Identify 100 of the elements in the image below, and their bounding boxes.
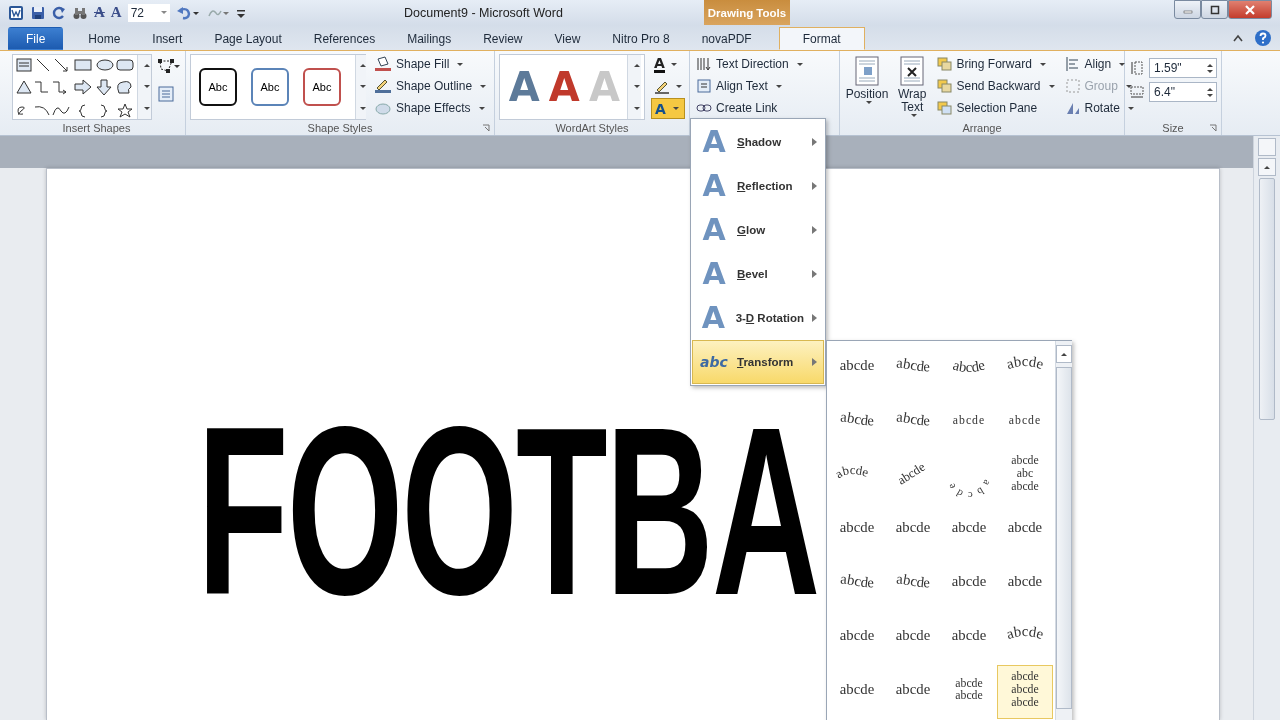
ribbon-command[interactable]: Selection Pane [934, 98, 1057, 118]
vertical-scrollbar[interactable] [1253, 136, 1280, 720]
ribbon-tab[interactable]: References [298, 27, 391, 50]
dialog-launcher-icon[interactable] [482, 124, 490, 132]
ribbon-command[interactable]: Shape Effects [372, 98, 489, 118]
ribbon-tab[interactable]: Nitro Pro 8 [597, 27, 685, 50]
edit-shape-icon[interactable] [158, 58, 180, 74]
menu-item[interactable]: A Reflection [692, 164, 824, 208]
help-icon[interactable] [1254, 28, 1272, 47]
height-spin-field[interactable]: 1.59" [1149, 58, 1217, 78]
wordart-preset[interactable]: A [546, 67, 582, 107]
transform-option[interactable]: abcde [885, 395, 941, 449]
transform-option[interactable]: abcde [941, 611, 997, 665]
transform-option[interactable]: abcde [829, 557, 885, 611]
scroll-up-icon[interactable] [143, 64, 150, 68]
transform-option[interactable]: abcde abcde abcde [997, 665, 1053, 719]
width-spin-field[interactable]: 6.4" [1149, 82, 1217, 102]
transform-option[interactable]: abcde [941, 449, 997, 503]
spin-down-icon[interactable] [1207, 93, 1213, 97]
wordart-text[interactable]: FOOTBA [197, 391, 819, 631]
font-style-button[interactable]: A [94, 4, 105, 21]
ribbon-tab[interactable]: Home [73, 27, 136, 50]
spin-down-icon[interactable] [1207, 69, 1213, 73]
save-icon[interactable] [30, 4, 46, 21]
shape-style-preset[interactable]: Abc [303, 68, 341, 106]
dialog-launcher-icon[interactable] [1209, 124, 1217, 132]
scroll-up-icon[interactable] [633, 64, 640, 68]
menu-item[interactable]: abc Transform [692, 340, 824, 384]
transform-option[interactable]: abcde [829, 395, 885, 449]
transform-option[interactable]: abcde [997, 395, 1053, 449]
transform-option[interactable]: abcde [885, 449, 941, 503]
transform-option[interactable]: abcde [997, 557, 1053, 611]
font-size-field[interactable]: 72 [127, 3, 170, 22]
undo-icon[interactable] [175, 4, 200, 21]
ribbon-command[interactable]: Align [1062, 54, 1136, 74]
transform-option[interactable]: abcde [997, 341, 1053, 395]
ribbon-tab[interactable]: Insert [137, 27, 198, 50]
transform-option[interactable]: abcde [941, 341, 997, 395]
transform-option[interactable]: abcde [997, 611, 1053, 665]
ribbon-large-button[interactable]: Wrap Text [896, 54, 929, 120]
word-logo-icon[interactable] [8, 4, 24, 21]
transform-option[interactable]: abcde [997, 503, 1053, 557]
text-fill-button[interactable]: A [651, 54, 685, 75]
transform-option[interactable]: abcde [941, 503, 997, 557]
ribbon-command[interactable]: Bring Forward [934, 54, 1057, 74]
ribbon-large-button[interactable]: Position [844, 54, 890, 107]
ribbon-command[interactable]: Rotate [1062, 98, 1136, 118]
transform-option[interactable]: abcde [941, 557, 997, 611]
scroll-down-icon[interactable] [143, 85, 150, 89]
scroll-up-button[interactable] [1056, 345, 1072, 363]
scroll-thumb[interactable] [1056, 367, 1072, 709]
transform-option[interactable]: abcde [829, 341, 885, 395]
more-icon[interactable] [633, 106, 640, 110]
wordart-preset[interactable]: A [506, 67, 542, 107]
transform-option[interactable]: abcde [885, 557, 941, 611]
transform-option[interactable]: abcde abcde [941, 665, 997, 719]
scroll-thumb[interactable] [1259, 178, 1275, 420]
close-button[interactable] [1228, 0, 1272, 19]
transform-option[interactable]: abcde [829, 665, 885, 719]
ribbon-tab[interactable]: File [8, 27, 64, 50]
ribbon-command[interactable]: Shape Fill [372, 54, 489, 74]
scroll-down-icon[interactable] [633, 85, 640, 89]
ribbon-command[interactable]: Shape Outline [372, 76, 489, 96]
spin-up-icon[interactable] [1207, 63, 1213, 67]
ribbon-tab[interactable]: View [539, 27, 596, 50]
transform-option[interactable]: abcde [829, 449, 885, 503]
ribbon-tab[interactable]: Review [468, 27, 538, 50]
shape-style-preset[interactable]: Abc [199, 68, 237, 106]
text-effects-button[interactable]: A [651, 98, 685, 119]
menu-item[interactable]: A Bevel [692, 252, 824, 296]
transform-option[interactable]: abcde [885, 341, 941, 395]
scroll-up-icon[interactable] [360, 64, 366, 68]
ribbon-command[interactable]: Create Link [694, 98, 805, 118]
transform-option[interactable]: abcde [941, 395, 997, 449]
ribbon-tab[interactable]: novaPDF [686, 27, 767, 50]
scroll-down-icon[interactable] [360, 85, 366, 89]
ribbon-tab[interactable]: Page Layout [199, 27, 297, 50]
more-icon[interactable] [360, 106, 366, 110]
menu-item[interactable]: A Shadow [692, 120, 824, 164]
ribbon-tab[interactable]: Mailings [392, 27, 467, 50]
submenu-arrow-icon [812, 358, 817, 366]
menu-item[interactable]: A Glow [692, 208, 824, 252]
restore-button[interactable] [1201, 0, 1228, 19]
spin-up-icon[interactable] [1207, 87, 1213, 91]
ribbon-tab[interactable]: Format [778, 27, 865, 50]
ribbon-command[interactable]: Send Backward [934, 76, 1057, 96]
transform-option[interactable]: abcde [829, 611, 885, 665]
font-button[interactable]: A [110, 4, 122, 21]
collapse-ribbon-icon[interactable] [1232, 32, 1244, 43]
transform-option[interactable]: abcde [829, 503, 885, 557]
menu-item[interactable]: A 3-D Rotation [692, 296, 824, 340]
redo-icon[interactable] [52, 4, 66, 21]
transform-option[interactable]: abcde [885, 611, 941, 665]
shape-style-preset[interactable]: Abc [251, 68, 289, 106]
transform-option[interactable]: abcde [885, 503, 941, 557]
transform-option[interactable]: abcde abc abcde [997, 449, 1053, 503]
ribbon-command[interactable]: Align Text [694, 76, 805, 96]
ribbon-command[interactable]: Text Direction [694, 54, 805, 74]
transform-option[interactable]: abcde [885, 665, 941, 719]
more-icon[interactable] [143, 106, 150, 110]
